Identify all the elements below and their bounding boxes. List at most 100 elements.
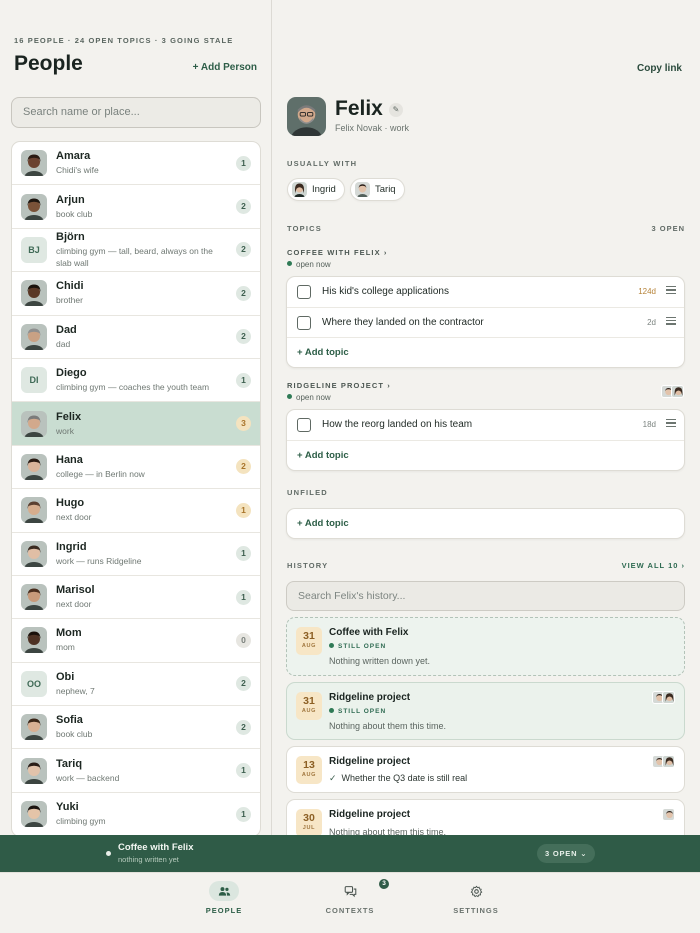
person-photo-icon <box>21 150 47 177</box>
avatar <box>21 584 47 611</box>
person-row-diego[interactable]: DI Diego climbing gym — coaches the youth … <box>12 359 260 403</box>
person-text: Sofia book club <box>56 714 260 740</box>
open-topic-count-badge: 1 <box>236 502 251 518</box>
add-person-button[interactable]: + Add Person <box>193 62 257 73</box>
person-row-arjun[interactable]: Arjun book club 2 <box>12 185 260 229</box>
people-search-input[interactable]: Search name or place... <box>11 97 261 128</box>
person-row-bj-rn[interactable]: BJ Björn climbing gym — tall, beard, alway… <box>12 229 260 273</box>
usually-with-chip-ingrid[interactable]: Ingrid <box>287 178 345 201</box>
date-day: 30 <box>303 812 315 824</box>
person-row-mom[interactable]: Mom mom 0 <box>12 619 260 663</box>
view-all-history-link[interactable]: VIEW ALL 10 › <box>622 561 685 570</box>
status-badge: STILL OPEN <box>329 643 386 650</box>
person-row-marisol[interactable]: Marisol next door 1 <box>12 576 260 620</box>
open-topics-pill[interactable]: 3 OPEN ⌄ <box>537 844 596 863</box>
person-photo-icon <box>21 453 47 480</box>
tab-contexts[interactable]: 3 CONTEXTS <box>310 879 390 915</box>
drag-handle-icon[interactable] <box>666 286 676 296</box>
person-text: Dad dad <box>56 324 260 350</box>
avatar: BJ <box>21 236 47 263</box>
person-description: work — runs Ridgeline <box>56 555 142 566</box>
status-text: STILL OPEN <box>338 708 387 715</box>
avatar <box>21 540 47 567</box>
person-row-tariq[interactable]: Tariq work — backend 1 <box>12 749 260 793</box>
active-context-bar[interactable]: Coffee with Felix nothing written yet 3 … <box>0 835 700 872</box>
open-topic-count-badge: 2 <box>236 285 251 301</box>
tab-label: CONTEXTS <box>325 906 375 915</box>
tab-people[interactable]: PEOPLE <box>184 881 264 915</box>
person-row-yuki[interactable]: Yuki climbing gym 1 <box>12 793 260 835</box>
topic-text: Where they landed on the contractor <box>322 316 484 328</box>
context-title-ridgeline[interactable]: RIDGELINE PROJECT › <box>287 381 391 390</box>
person-row-felix[interactable]: Felix work 3 <box>12 402 260 446</box>
person-row-hugo[interactable]: Hugo next door 1 <box>12 489 260 533</box>
avatar <box>662 691 675 704</box>
avatar <box>21 497 47 524</box>
history-item[interactable]: 31 AUG Ridgeline project STILL OPEN Noth… <box>286 682 685 740</box>
open-topic-count-badge: 1 <box>236 372 251 388</box>
unfiled-label: UNFILED <box>287 488 328 497</box>
person-row-ingrid[interactable]: Ingrid work — runs Ridgeline 1 <box>12 533 260 576</box>
usually-with-chip-tariq[interactable]: Tariq <box>350 178 405 201</box>
history-item[interactable]: 13 AUG Ridgeline project ✓ Whether the Q3… <box>286 746 685 793</box>
person-photo-icon <box>21 540 47 567</box>
person-description: next door <box>56 512 92 523</box>
person-name: Ingrid <box>56 540 87 553</box>
person-row-sofia[interactable]: Sofia book club 2 <box>12 706 260 750</box>
person-photo-icon <box>21 714 47 741</box>
context-status: open now <box>287 260 331 269</box>
person-text: Hugo next door <box>56 497 260 523</box>
history-item[interactable]: 31 AUG Coffee with Felix STILL OPEN Noth… <box>286 617 685 676</box>
person-row-obi[interactable]: OO Obi nephew, 72 <box>12 663 260 707</box>
open-topic-count-badge: 3 <box>236 416 251 432</box>
tab-settings[interactable]: SETTINGS <box>436 881 516 915</box>
topic-row[interactable]: How the reorg landed on his team 18d <box>287 410 684 441</box>
open-topic-count-badge: 1 <box>236 589 251 605</box>
drag-handle-icon[interactable] <box>666 316 676 327</box>
topic-row[interactable]: His kid's college applications 124d <box>287 277 684 308</box>
person-row-hana[interactable]: Hana college — in Berlin now 2 <box>12 446 260 490</box>
topic-row[interactable]: Where they landed on the contractor 2d <box>287 308 684 338</box>
person-name: Björn <box>56 230 85 243</box>
person-photo-icon <box>21 323 47 350</box>
contexts-badge: 3 <box>379 879 389 889</box>
add-topic-button[interactable]: + Add topic <box>287 441 684 470</box>
person-description: brother <box>56 295 83 306</box>
person-text: Ingrid work — runs Ridgeline <box>56 541 260 567</box>
person-description: climbing gym <box>56 816 106 827</box>
gear-icon <box>470 885 482 897</box>
avatar <box>21 323 47 350</box>
person-row-dad[interactable]: Dad dad 2 <box>12 316 260 359</box>
person-row-amara[interactable]: Amara Chidi's wife 1 <box>12 142 260 186</box>
avatar <box>21 453 47 480</box>
history-note: Nothing written down yet. <box>329 656 431 666</box>
avatar <box>662 755 675 768</box>
history-item[interactable]: 30 JUL Ridgeline project Nothing about t… <box>286 799 685 835</box>
avatar: DI <box>21 367 47 394</box>
history-note: ✓ Whether the Q3 date is still real <box>329 773 467 784</box>
person-text: Obi nephew, 7 <box>56 671 260 697</box>
history-participants <box>652 755 675 768</box>
add-topic-button[interactable]: + Add topic <box>287 509 684 538</box>
person-text: Felix work <box>56 411 260 437</box>
chat-icon <box>344 885 356 897</box>
topics-label: TOPICS <box>287 224 322 233</box>
topic-checkbox[interactable] <box>297 285 311 299</box>
add-topic-button[interactable]: + Add topic <box>287 338 684 367</box>
avatar <box>21 280 47 307</box>
topic-checkbox[interactable] <box>297 315 311 330</box>
date-tile: 31 AUG <box>296 692 322 720</box>
history-search-input[interactable]: Search Felix's history... <box>286 581 685 611</box>
history-note: Nothing about them this time. <box>329 827 447 835</box>
topic-checkbox[interactable] <box>297 418 311 432</box>
copy-link-button[interactable]: Copy link <box>637 63 682 74</box>
edit-pencil-icon[interactable]: ✎ <box>389 103 403 117</box>
drag-handle-icon[interactable] <box>666 419 676 429</box>
people-stats: 16 PEOPLE · 24 OPEN TOPICS · 3 GOING STA… <box>14 36 234 45</box>
open-topic-count-badge: 2 <box>236 719 251 735</box>
person-row-chidi[interactable]: Chidi brother 2 <box>12 272 260 316</box>
context-title-coffee[interactable]: COFFEE WITH FELIX › <box>287 248 387 257</box>
date-day: 13 <box>303 759 315 771</box>
person-photo-icon <box>21 497 47 524</box>
person-text: Tariq work — backend <box>56 758 260 784</box>
